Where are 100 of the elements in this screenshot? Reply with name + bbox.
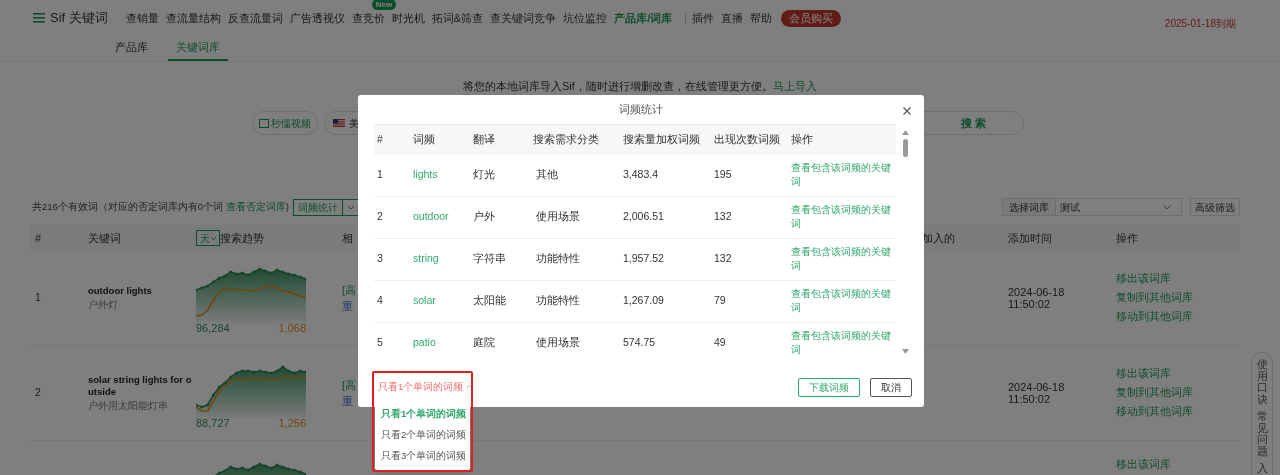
row-index: 2 [35, 386, 41, 399]
nav-item[interactable]: 插件 [692, 9, 715, 27]
weighted-frequency: 1,957.52 [623, 251, 665, 267]
row-index: 1 [35, 291, 41, 304]
translation-text: 太阳能 [473, 293, 507, 309]
word-link[interactable]: patio [413, 335, 473, 351]
side-tab-link[interactable]: 常见问题 [1256, 411, 1268, 458]
action-link[interactable]: 移出该词库 [1116, 271, 1240, 288]
nav-item[interactable]: 直播 [721, 9, 744, 27]
negative-library-link[interactable]: 查看否定词库 [225, 200, 286, 212]
relink-link[interactable]: 重 [342, 298, 353, 315]
summary-text: 共216个有效词（对应的否定词库内有0个词 查看否定词库) [32, 199, 289, 214]
occurrence-count: 79 [714, 293, 727, 309]
action-link[interactable]: 移出该词库 [1116, 457, 1240, 473]
nav-item[interactable]: 查关键词竞争 [490, 11, 557, 24]
nav-item[interactable]: 查竞价 [351, 11, 385, 24]
column-header: 出现次数词频 [714, 131, 781, 147]
column-header: 搜索量加权词频 [623, 131, 701, 147]
rank-text: 1,068 [278, 320, 306, 336]
keyword-link[interactable]: 查看包含该词频的关键词 [791, 287, 896, 316]
column-header: 搜索趋势 [220, 230, 264, 246]
subnav-tab[interactable]: 产品库 [107, 36, 156, 61]
member-button[interactable]: 会员购买 [781, 9, 842, 27]
translation-text: 户外灯 [88, 297, 119, 312]
keyword-text: outdoor lights [88, 284, 153, 297]
nav-item[interactable]: 坑位监控 [563, 11, 608, 24]
row-index: 1 [376, 167, 384, 183]
occurrence-count: 132 [714, 209, 733, 225]
word-link[interactable]: lights [413, 167, 473, 183]
column-header: 词频 [413, 131, 436, 147]
keyword-link[interactable]: 查看包含该词频的关键词 [791, 245, 896, 274]
keyword-text: solar string lights for outside [88, 373, 192, 398]
occurrence-count: 195 [714, 167, 733, 183]
country-label: 美 [349, 116, 359, 131]
weighted-frequency: 2,006.51 [623, 209, 665, 225]
subnav-tab[interactable]: 关键词库 [168, 36, 228, 61]
column-header: 相 [342, 230, 353, 246]
dropdown-option[interactable]: 只看2个单词的词频 [375, 425, 470, 446]
import-link[interactable]: 马上导入 [772, 80, 817, 93]
added-time: 2024-06-18 11:50:02 [1008, 381, 1065, 405]
action-link[interactable]: 移动到其他词库 [1116, 308, 1240, 325]
nav-item[interactable]: 时光机 [391, 11, 425, 24]
action-link[interactable]: 复制到其他词库 [1116, 290, 1240, 306]
word-link[interactable]: string [413, 251, 473, 267]
column-header: 关键词 [88, 230, 121, 246]
translation-text: 庭院 [473, 335, 496, 351]
nav-item[interactable]: 拓词&筛查 [431, 11, 484, 24]
weighted-frequency: 1,267.09 [623, 293, 665, 309]
side-tab-link[interactable]: 入 [1256, 463, 1268, 475]
advanced-filter-button[interactable]: 高级筛选 [1190, 198, 1240, 216]
category-text: 使用场景 [535, 335, 581, 351]
action-link[interactable]: 移动到其他词库 [1116, 403, 1240, 420]
keyword-link[interactable]: 查看包含该词频的关键词 [791, 161, 896, 190]
download-button[interactable]: 下载词频 [798, 377, 860, 397]
word-link[interactable]: outdoor [413, 209, 473, 225]
category-text: 功能特性 [535, 293, 581, 309]
logo-text: Sif 关键词 [50, 9, 108, 28]
keyword-link[interactable]: 查看包含该词频的关键词 [791, 329, 896, 358]
weighted-frequency: 3,483.4 [623, 167, 660, 183]
filter-select[interactable]: 只看1个单词的词频 [378, 380, 474, 395]
nav-item[interactable]: 广告透视仪 [289, 11, 345, 24]
occurrence-count: 132 [714, 251, 733, 267]
tag-text: [高 [342, 377, 357, 393]
import-banner-text: 将您的本地词库导入Sif，随时进行增删改查，在线管理更方便。马上导入 [463, 79, 817, 95]
relink-link[interactable]: 重 [342, 393, 353, 410]
category-text: 功能特性 [535, 251, 581, 267]
nav-item[interactable]: 查流量结构 [165, 11, 221, 24]
row-index: 3 [376, 251, 384, 267]
column-header: 添加时间 [1008, 230, 1052, 246]
category-text: 其他 [535, 167, 559, 183]
dropdown-option[interactable]: 只看3个单词的词频 [375, 446, 470, 467]
translation-text: 灯光 [473, 167, 496, 183]
period-select[interactable]: 天 [196, 230, 220, 246]
nav-item[interactable]: 帮助 [750, 9, 773, 27]
cancel-button[interactable]: 取消 [870, 377, 912, 397]
keyword-link[interactable]: 查看包含该词频的关键词 [791, 203, 896, 232]
translation-text: 户外 [473, 209, 496, 225]
nav-item[interactable]: 产品库/词库 [614, 11, 673, 24]
column-header: # [35, 230, 42, 246]
column-header: 翻译 [473, 131, 496, 147]
dialog-title: 词频统计 [619, 102, 663, 118]
row-index: 5 [376, 335, 384, 351]
occurrence-count: 49 [714, 335, 727, 351]
column-header: 操作 [791, 131, 814, 147]
word-link[interactable]: solar [413, 293, 473, 309]
new-badge: New [371, 0, 397, 10]
library-select[interactable]: 选择词库 测试 [1002, 198, 1182, 216]
nav-item[interactable]: 查销量 [125, 11, 159, 24]
row-index: 4 [376, 293, 384, 309]
row-index: 2 [376, 209, 384, 225]
library-value: 测试 [1059, 200, 1081, 215]
library-label: 选择词库 [1003, 199, 1056, 215]
rank-text: 1,256 [278, 415, 306, 431]
expiry-text: 2025-01-18到期 [1164, 16, 1236, 31]
weighted-frequency: 574.75 [623, 335, 657, 351]
nav-item[interactable]: 反查流量词 [227, 11, 283, 24]
action-link[interactable]: 复制到其他词库 [1116, 385, 1240, 401]
action-link[interactable]: 移出该词库 [1116, 366, 1240, 383]
search-volume-text: 96,284 [196, 320, 230, 336]
side-tab-link[interactable]: 使用口诀 [1256, 359, 1268, 406]
